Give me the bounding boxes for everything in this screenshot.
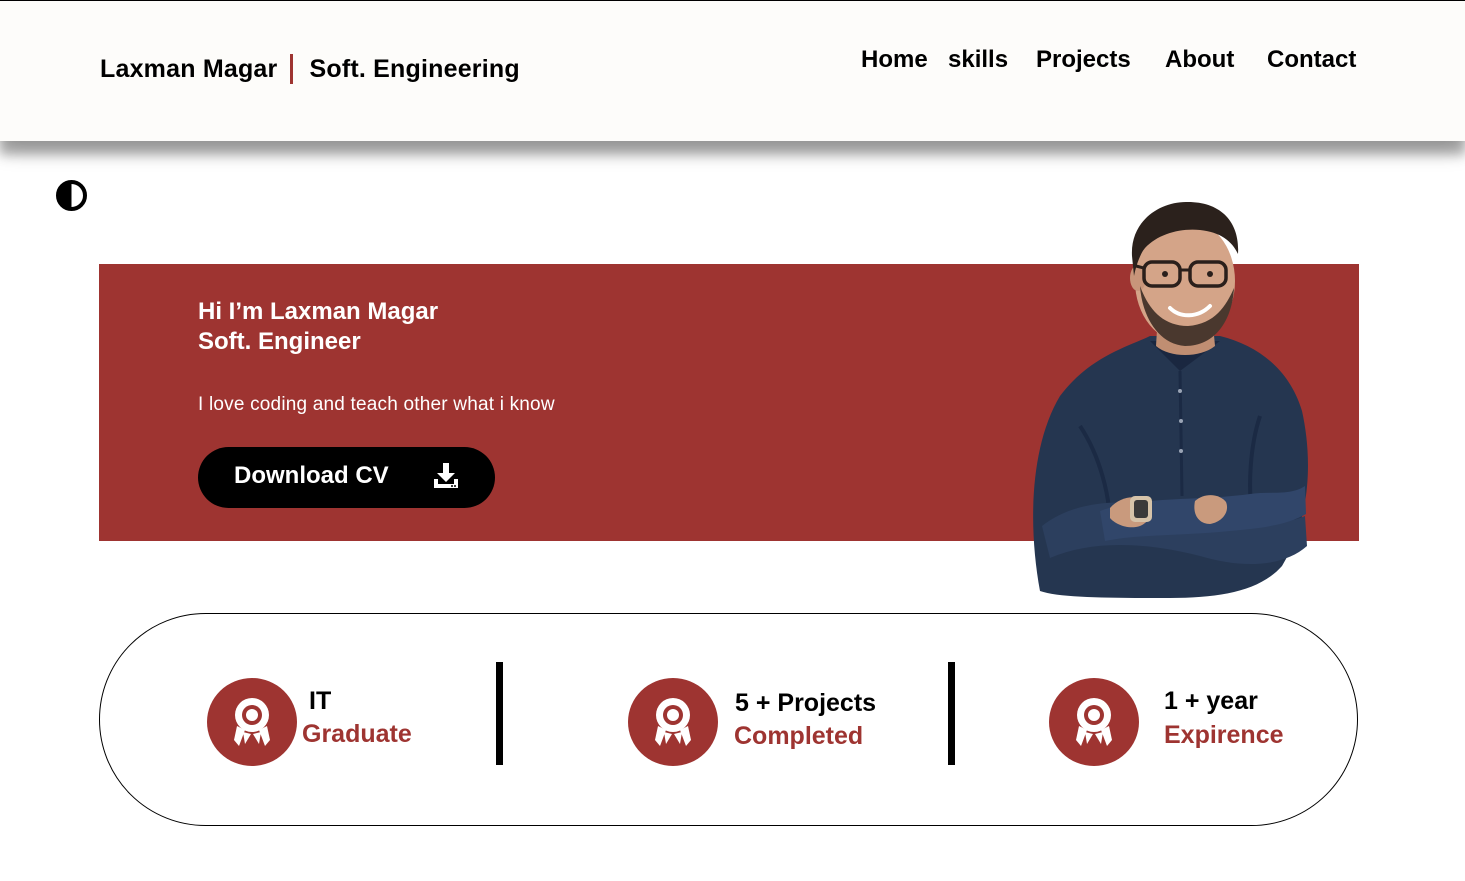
award-icon (207, 678, 297, 766)
stat-graduate: IT Graduate (100, 614, 500, 824)
hero-greeting: Hi I’m Laxman Magar (198, 298, 439, 325)
site-header: Laxman Magar Soft. Engineering Home skil… (0, 0, 1465, 141)
nav-home[interactable]: Home (861, 46, 928, 74)
hero-job-title: Soft. Engineer (198, 328, 361, 355)
contrast-icon (56, 180, 87, 211)
award-icon (628, 678, 718, 766)
stat-top-label: 5 + Projects (735, 689, 877, 717)
download-icon (431, 461, 461, 496)
main-nav: Home skills Projects About Contact (0, 46, 1465, 78)
nav-contact[interactable]: Contact (1267, 46, 1356, 74)
stat-top-label: IT (309, 687, 332, 715)
stat-experience: 1 + year Expirence (940, 614, 1340, 824)
nav-skills[interactable]: skills (948, 46, 1008, 74)
stat-projects: 5 + Projects Completed (520, 614, 940, 824)
hero-heading: Hi I’m Laxman Magar Soft. Engineer (198, 297, 438, 357)
stat-divider (496, 662, 503, 765)
stat-bottom-label: Expirence (1164, 721, 1284, 749)
profile-photo (1020, 196, 1320, 600)
nav-projects[interactable]: Projects (1036, 46, 1131, 74)
download-cv-button[interactable]: Download CV (198, 447, 495, 508)
hero-description: I love coding and teach other what i kno… (198, 394, 555, 415)
download-cv-label: Download CV (234, 462, 389, 489)
stats-panel: IT Graduate 5 + Projects Completed 1 + y… (99, 613, 1358, 826)
stat-bottom-label: Completed (734, 722, 864, 750)
theme-toggle-button[interactable] (56, 180, 87, 211)
stat-bottom-label: Graduate (302, 720, 412, 748)
stat-top-label: 1 + year (1164, 687, 1258, 715)
award-icon (1049, 678, 1139, 766)
nav-about[interactable]: About (1165, 46, 1234, 74)
